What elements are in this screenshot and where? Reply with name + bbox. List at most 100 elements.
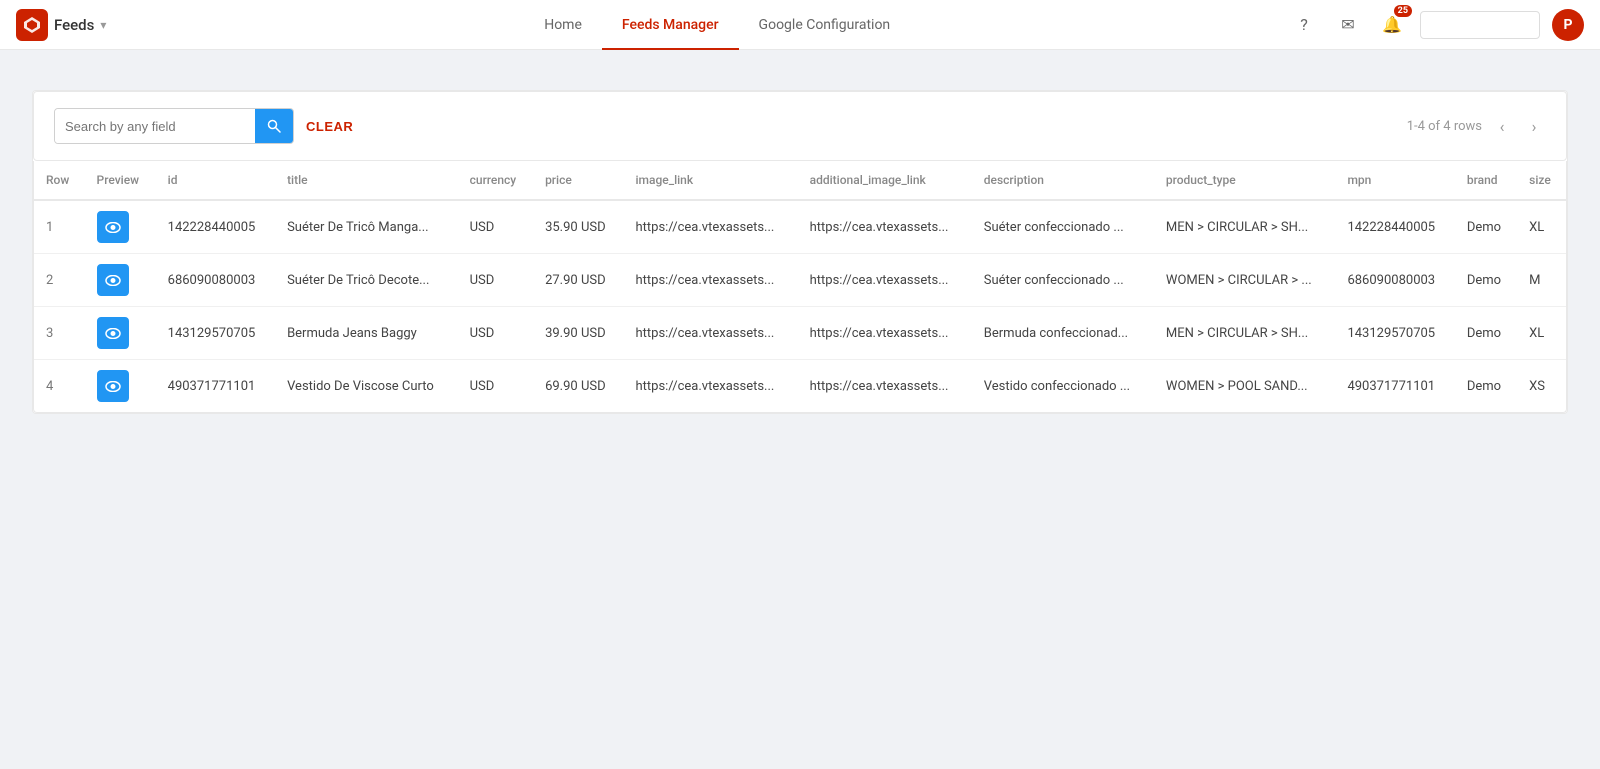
col-header-price: price (533, 161, 623, 200)
cell-brand: Demo (1455, 307, 1517, 360)
col-header-size: size (1517, 161, 1566, 200)
preview-button[interactable] (97, 317, 129, 349)
search-input[interactable] (55, 109, 255, 143)
cell-description: Suéter confeccionado ... (972, 254, 1154, 307)
cell-price: 35.90 USD (533, 200, 623, 254)
cell-id: 143129570705 (156, 307, 275, 360)
cell-additional-image-link: https://cea.vtexassets... (798, 254, 972, 307)
cell-preview[interactable] (85, 254, 156, 307)
preview-button[interactable] (97, 370, 129, 402)
data-table-container: Row Preview id title currency price imag… (33, 161, 1567, 413)
cell-price: 69.90 USD (533, 360, 623, 413)
search-toolbar: CLEAR 1-4 of 4 rows ‹ › (33, 91, 1567, 161)
col-header-product-type: product_type (1154, 161, 1336, 200)
app-logo (16, 9, 48, 41)
pagination-next-button[interactable]: › (1522, 114, 1546, 138)
brand-area[interactable]: Feeds ▾ (16, 9, 106, 41)
preview-button[interactable] (97, 211, 129, 243)
cell-description: Suéter confeccionado ... (972, 200, 1154, 254)
cell-currency: USD (458, 307, 533, 360)
cell-id: 490371771101 (156, 360, 275, 413)
col-header-title: title (275, 161, 458, 200)
cell-row: 1 (34, 200, 85, 254)
cell-currency: USD (458, 360, 533, 413)
cell-title: Bermuda Jeans Baggy (275, 307, 458, 360)
cell-description: Bermuda confeccionad... (972, 307, 1154, 360)
col-header-brand: brand (1455, 161, 1517, 200)
eye-icon (105, 222, 121, 233)
clear-button[interactable]: CLEAR (306, 119, 353, 134)
help-icon[interactable]: ? (1288, 9, 1320, 41)
cell-preview[interactable] (85, 200, 156, 254)
table-body: 1 142228440005 Suéter De Tricô Manga... … (34, 200, 1566, 412)
nav-item-feeds-manager[interactable]: Feeds Manager (602, 0, 739, 50)
topnav-right-area: ? ✉ 🔔 25 P (1288, 9, 1584, 41)
table-row: 4 490371771101 Vestido De Viscose Curto … (34, 360, 1566, 413)
cell-description: Vestido confeccionado ... (972, 360, 1154, 413)
main-navigation: Home Feeds Manager Google Configuration (146, 0, 1288, 50)
cell-image-link: https://cea.vtexassets... (623, 200, 797, 254)
cell-size: M (1517, 254, 1566, 307)
col-header-image-link: image_link (623, 161, 797, 200)
eye-icon (105, 328, 121, 339)
main-content: CLEAR 1-4 of 4 rows ‹ › Row Preview id t… (0, 50, 1600, 454)
cell-product-type: MEN > CIRCULAR > SH... (1154, 307, 1336, 360)
search-button[interactable] (255, 109, 293, 143)
cell-preview[interactable] (85, 360, 156, 413)
eye-icon (105, 381, 121, 392)
cell-image-link: https://cea.vtexassets... (623, 307, 797, 360)
cell-id: 686090080003 (156, 254, 275, 307)
cell-size: XL (1517, 307, 1566, 360)
col-header-id: id (156, 161, 275, 200)
cell-brand: Demo (1455, 200, 1517, 254)
col-header-description: description (972, 161, 1154, 200)
cell-preview[interactable] (85, 307, 156, 360)
data-card: CLEAR 1-4 of 4 rows ‹ › Row Preview id t… (32, 90, 1568, 414)
notifications-wrapper[interactable]: 🔔 25 (1376, 9, 1408, 41)
cell-currency: USD (458, 200, 533, 254)
preview-button[interactable] (97, 264, 129, 296)
cell-row: 2 (34, 254, 85, 307)
cell-title: Suéter De Tricô Manga... (275, 200, 458, 254)
brand-dropdown-arrow[interactable]: ▾ (100, 18, 106, 32)
pagination-info: 1-4 of 4 rows ‹ › (1407, 114, 1546, 138)
cell-product-type: WOMEN > CIRCULAR > ... (1154, 254, 1336, 307)
cell-product-type: MEN > CIRCULAR > SH... (1154, 200, 1336, 254)
topnav-search-input[interactable] (1420, 11, 1540, 39)
user-avatar[interactable]: P (1552, 9, 1584, 41)
nav-item-home[interactable]: Home (524, 0, 602, 50)
brand-label: Feeds (54, 16, 94, 34)
cell-mpn: 143129570705 (1335, 307, 1454, 360)
cell-row: 3 (34, 307, 85, 360)
table-header: Row Preview id title currency price imag… (34, 161, 1566, 200)
cell-price: 27.90 USD (533, 254, 623, 307)
nav-item-google-configuration[interactable]: Google Configuration (739, 0, 911, 50)
pagination-text: 1-4 of 4 rows (1407, 119, 1482, 134)
cell-brand: Demo (1455, 254, 1517, 307)
cell-id: 142228440005 (156, 200, 275, 254)
cell-mpn: 490371771101 (1335, 360, 1454, 413)
col-header-additional-image-link: additional_image_link (798, 161, 972, 200)
cell-additional-image-link: https://cea.vtexassets... (798, 307, 972, 360)
cell-size: XL (1517, 200, 1566, 254)
notification-badge: 25 (1394, 5, 1412, 17)
cell-image-link: https://cea.vtexassets... (623, 254, 797, 307)
cell-size: XS (1517, 360, 1566, 413)
mail-icon[interactable]: ✉ (1332, 9, 1364, 41)
col-header-preview: Preview (85, 161, 156, 200)
search-field-wrapper (54, 108, 294, 144)
cell-additional-image-link: https://cea.vtexassets... (798, 200, 972, 254)
cell-currency: USD (458, 254, 533, 307)
pagination-prev-button[interactable]: ‹ (1490, 114, 1514, 138)
data-table: Row Preview id title currency price imag… (34, 161, 1566, 412)
cell-row: 4 (34, 360, 85, 413)
col-header-row: Row (34, 161, 85, 200)
col-header-mpn: mpn (1335, 161, 1454, 200)
eye-icon (105, 275, 121, 286)
cell-title: Suéter De Tricô Decote... (275, 254, 458, 307)
search-icon (267, 119, 281, 133)
col-header-currency: currency (458, 161, 533, 200)
cell-product-type: WOMEN > POOL SAND... (1154, 360, 1336, 413)
table-row: 1 142228440005 Suéter De Tricô Manga... … (34, 200, 1566, 254)
cell-additional-image-link: https://cea.vtexassets... (798, 360, 972, 413)
